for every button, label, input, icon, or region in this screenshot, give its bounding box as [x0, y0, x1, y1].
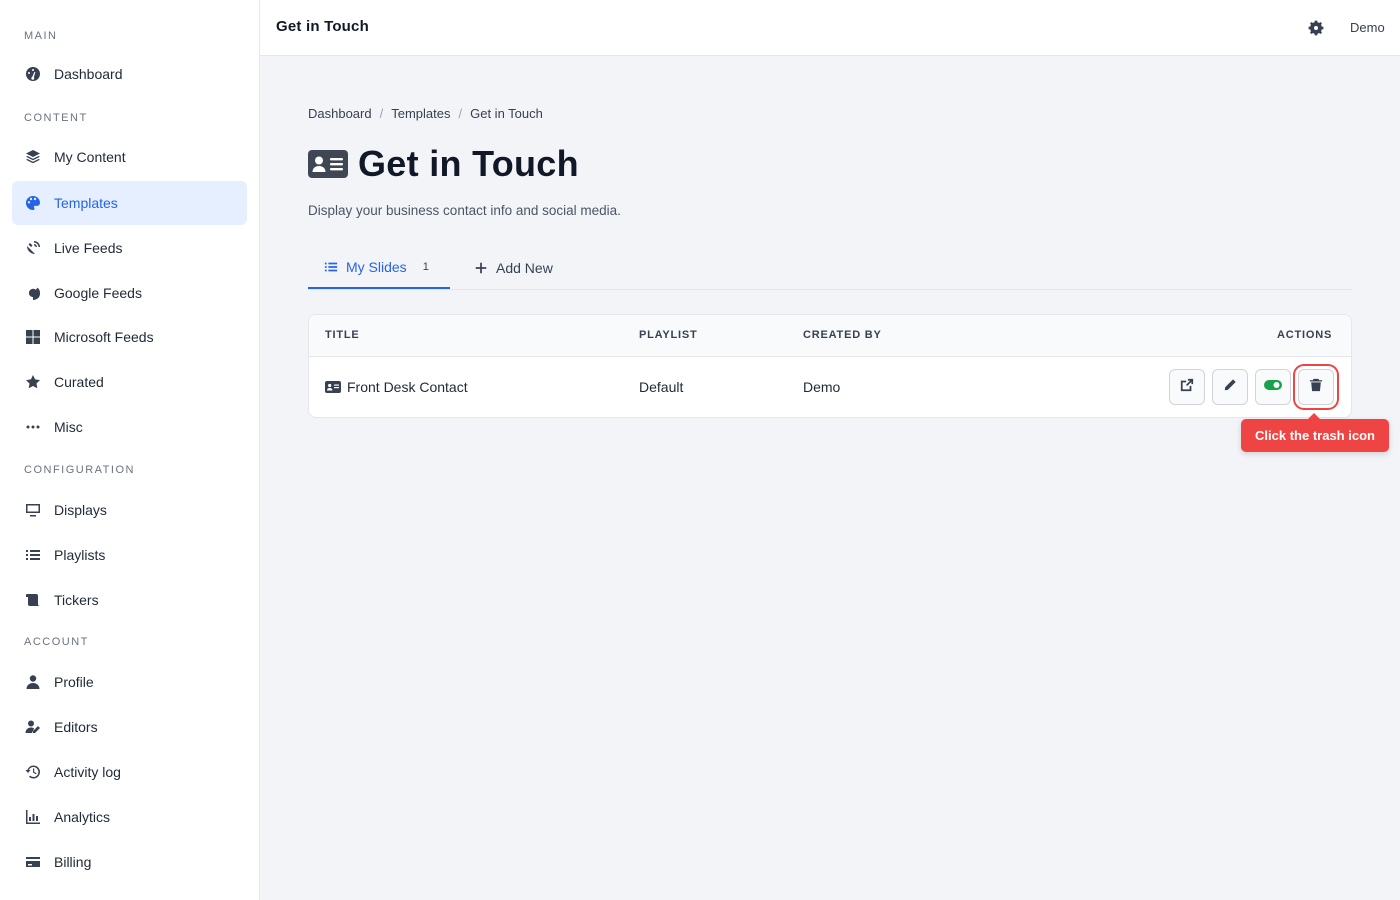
breadcrumb-current: Get in Touch [470, 106, 543, 121]
tab-my-slides[interactable]: My Slides 1 [308, 246, 450, 289]
cell-title: Front Desk Contact [325, 379, 468, 395]
sidebar-item-google-feeds[interactable]: Google Feeds [12, 271, 247, 315]
layers-icon [24, 148, 42, 166]
breadcrumb-separator: / [458, 106, 463, 121]
tab-count-badge: 1 [422, 260, 429, 273]
tab-label: My Slides [346, 258, 407, 275]
history-icon [24, 763, 42, 781]
google-icon [24, 284, 42, 302]
gear-icon[interactable] [1306, 18, 1326, 38]
sidebar-item-templates[interactable]: Templates [12, 181, 247, 225]
column-header-title: TITLE [325, 329, 360, 341]
tab-add-new[interactable]: Add New [474, 246, 553, 289]
edit-button[interactable] [1212, 369, 1248, 405]
satellite-dish-icon [24, 239, 42, 257]
column-header-playlist: PLAYLIST [639, 329, 698, 341]
breadcrumb-dashboard[interactable]: Dashboard [308, 106, 372, 121]
table-header: TITLE PLAYLIST CREATED BY ACTIONS [309, 315, 1351, 357]
star-icon [24, 373, 42, 391]
toggle-on-icon [1264, 378, 1282, 396]
sidebar-item-analytics[interactable]: Analytics [12, 795, 247, 839]
slides-table: TITLE PLAYLIST CREATED BY ACTIONS Front … [308, 314, 1352, 418]
scroll-icon [24, 591, 42, 609]
pencil-icon [1223, 378, 1237, 397]
sidebar-item-misc[interactable]: Misc [12, 405, 247, 449]
list-icon [324, 260, 338, 274]
breadcrumb: Dashboard / Templates / Get in Touch [308, 106, 543, 121]
sidebar-item-playlists[interactable]: Playlists [12, 533, 247, 577]
section-label-content: CONTENT [24, 112, 88, 124]
user-menu[interactable]: Demo [1350, 20, 1385, 35]
sidebar-item-label: Analytics [54, 809, 111, 825]
ellipsis-icon [24, 418, 42, 436]
trash-icon [1309, 378, 1323, 397]
sidebar-item-label: Microsoft Feeds [54, 329, 154, 345]
section-label-main: MAIN [24, 30, 58, 42]
sidebar-item-profile[interactable]: Profile [12, 660, 247, 704]
palette-icon [24, 194, 42, 212]
topbar-title: Get in Touch [276, 18, 369, 35]
sidebar-item-label: Editors [54, 719, 98, 735]
sidebar-item-editors[interactable]: Editors [12, 705, 247, 749]
sidebar-item-label: Displays [54, 502, 107, 518]
sidebar-item-dashboard[interactable]: Dashboard [12, 52, 247, 96]
slide-title[interactable]: Front Desk Contact [347, 379, 468, 395]
cell-playlist: Default [639, 379, 684, 395]
sidebar-item-displays[interactable]: Displays [12, 488, 247, 532]
microsoft-icon [24, 328, 42, 346]
delete-button[interactable] [1298, 369, 1334, 405]
dashboard-icon [24, 65, 42, 83]
user-icon [24, 673, 42, 691]
sidebar-item-label: Live Feeds [54, 240, 123, 256]
plus-icon [474, 261, 488, 275]
sidebar-item-live-feeds[interactable]: Live Feeds [12, 226, 247, 270]
sidebar-item-label: My Content [54, 149, 126, 165]
column-header-actions: ACTIONS [1277, 329, 1333, 341]
sidebar-item-label: Activity log [54, 764, 121, 780]
page-subtitle: Display your business contact info and s… [308, 203, 621, 218]
tab-label: Add New [496, 259, 553, 276]
sidebar-item-my-content[interactable]: My Content [12, 135, 247, 179]
sidebar-item-label: Profile [54, 674, 94, 690]
contact-card-icon [325, 380, 341, 394]
user-edit-icon [24, 718, 42, 736]
sidebar-item-label: Curated [54, 374, 104, 390]
sidebar-item-label: Tickers [54, 592, 99, 608]
cell-created-by: Demo [803, 379, 841, 395]
sidebar-item-label: Google Feeds [54, 285, 142, 301]
sidebar-item-label: Dashboard [54, 66, 123, 82]
sidebar-item-tickers[interactable]: Tickers [12, 578, 247, 622]
section-label-account: ACCOUNT [24, 636, 89, 648]
page-title: Get in Touch [308, 143, 579, 185]
open-external-button[interactable] [1169, 369, 1205, 405]
section-label-configuration: CONFIGURATION [24, 464, 135, 476]
breadcrumb-separator: / [379, 106, 384, 121]
column-header-created-by: CREATED BY [803, 329, 882, 341]
sidebar-item-microsoft-feeds[interactable]: Microsoft Feeds [12, 315, 247, 359]
sidebar-item-label: Templates [54, 195, 118, 211]
credit-card-icon [24, 853, 42, 871]
toggle-active-button[interactable] [1255, 369, 1291, 405]
sidebar-item-activity-log[interactable]: Activity log [12, 750, 247, 794]
table-row: Front Desk Contact Default Demo [309, 357, 1351, 417]
hint-tooltip: Click the trash icon [1241, 413, 1389, 452]
breadcrumb-templates[interactable]: Templates [391, 106, 450, 121]
tab-bar: My Slides 1 Add New [308, 246, 1352, 290]
external-link-icon [1180, 378, 1194, 397]
contact-card-icon [308, 148, 348, 180]
sidebar-item-billing[interactable]: Billing [12, 840, 247, 884]
sidebar: MAIN Dashboard CONTENT My Content Templa… [0, 0, 260, 900]
sidebar-item-label: Billing [54, 854, 92, 870]
sidebar-item-label: Misc [54, 419, 83, 435]
page-heading: Get in Touch [358, 143, 579, 184]
sidebar-item-curated[interactable]: Curated [12, 360, 247, 404]
chart-icon [24, 808, 42, 826]
topbar: Get in Touch Demo [260, 0, 1400, 56]
list-icon [24, 546, 42, 564]
monitor-icon [24, 501, 42, 519]
sidebar-item-label: Playlists [54, 547, 106, 563]
